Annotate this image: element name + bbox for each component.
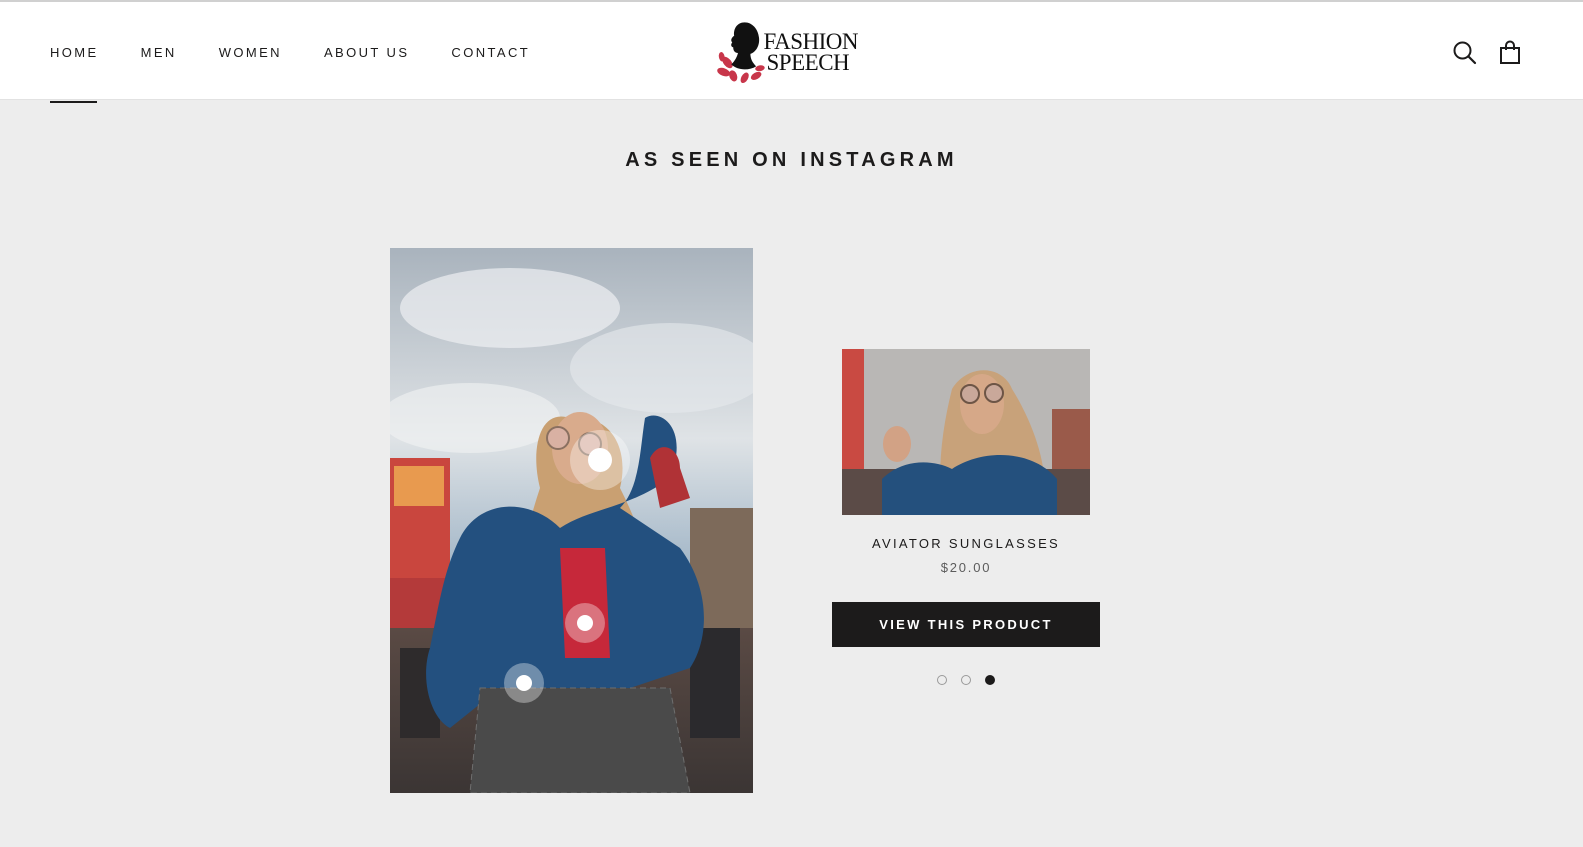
- product-hotspot-sunglasses[interactable]: [570, 430, 630, 490]
- nav-item-home[interactable]: HOME: [50, 2, 99, 103]
- brand-line-1: FASHION: [763, 29, 859, 54]
- main-nav: HOME MEN WOMEN ABOUT US CONTACT: [50, 2, 572, 103]
- site-header: HOME MEN WOMEN ABOUT US CONTACT FASHION …: [0, 0, 1583, 103]
- brand-wordmark: FASHION SPEECH: [763, 29, 859, 75]
- nav-item-men[interactable]: MEN: [141, 2, 177, 102]
- product-hotspot-jacket[interactable]: [504, 663, 544, 703]
- nav-item-women[interactable]: WOMEN: [219, 2, 282, 102]
- nav-item-contact[interactable]: CONTACT: [451, 2, 530, 102]
- carousel-dot-2[interactable]: [961, 675, 971, 685]
- brand-logo[interactable]: FASHION SPEECH: [716, 17, 859, 87]
- shopping-bag-icon[interactable]: [1498, 40, 1524, 66]
- search-icon[interactable]: [1452, 40, 1478, 66]
- carousel-dot-1[interactable]: [937, 675, 947, 685]
- silhouette-logo-icon: [717, 22, 765, 84]
- brand-line-2: SPEECH: [766, 50, 850, 75]
- carousel-pagination: [937, 675, 1009, 685]
- product-price: $20.00: [940, 560, 992, 575]
- view-product-button[interactable]: VIEW THIS PRODUCT: [832, 602, 1100, 647]
- product-thumbnail[interactable]: [842, 349, 1090, 515]
- nav-item-about-us[interactable]: ABOUT US: [324, 2, 409, 102]
- product-name[interactable]: AVIATOR SUNGLASSES: [832, 536, 1100, 551]
- section-title: AS SEEN ON INSTAGRAM: [625, 149, 958, 171]
- instagram-photo[interactable]: [390, 248, 753, 793]
- carousel-dot-3[interactable]: [985, 675, 995, 685]
- product-hotspot-top[interactable]: [565, 603, 605, 643]
